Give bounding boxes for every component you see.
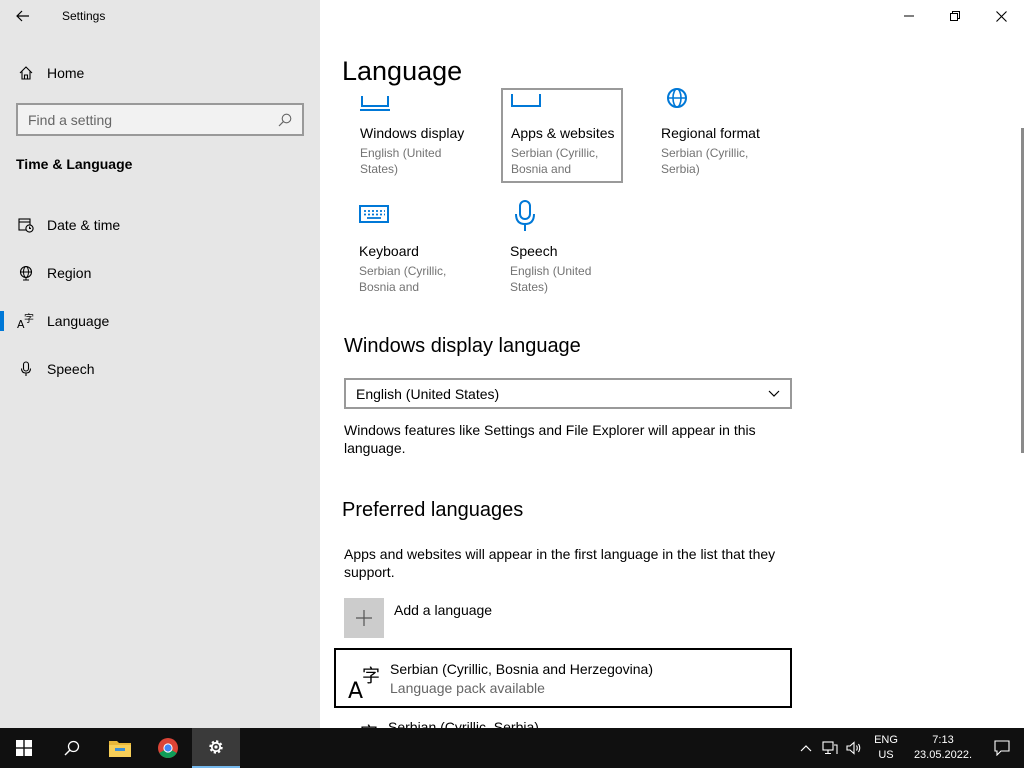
tile-sub: Serbian (Cyrillic, Serbia) xyxy=(661,146,749,176)
network-icon xyxy=(822,741,838,755)
windows-logo-icon xyxy=(16,740,32,756)
sidebar: Settings Home Time & Language Date & tim… xyxy=(0,0,320,728)
search-input[interactable] xyxy=(28,111,278,128)
titlebar: Settings xyxy=(0,0,320,32)
nav-home[interactable]: Home xyxy=(0,56,320,90)
tile-name: Apps & websites xyxy=(511,125,615,141)
sidebar-item-speech[interactable]: Speech xyxy=(0,349,320,389)
clock-date: 23.05.2022. xyxy=(913,749,973,761)
section-title: Time & Language xyxy=(16,156,133,172)
language-name: Serbian (Cyrillic, Serbia) xyxy=(388,719,539,728)
add-language-label: Add a language xyxy=(394,602,493,618)
microphone-icon xyxy=(515,200,535,231)
show-hidden-icons-button[interactable] xyxy=(794,728,818,768)
svg-text:A: A xyxy=(348,679,363,702)
language-icon: A字 xyxy=(360,724,378,728)
language-icon: A字 xyxy=(348,666,380,702)
file-explorer-button[interactable] xyxy=(96,728,144,768)
tile-apps-websites[interactable]: Apps & websites Serbian (Cyrillic, Bosni… xyxy=(511,88,633,176)
preferred-languages-description: Apps and websites will appear in the fir… xyxy=(344,546,776,580)
language-icon: A字 xyxy=(17,312,35,330)
home-icon xyxy=(17,64,35,82)
minimize-icon xyxy=(904,15,914,17)
sidebar-item-label: Speech xyxy=(47,361,95,377)
window-icon xyxy=(511,94,541,107)
search-box[interactable] xyxy=(16,103,304,136)
action-center-button[interactable] xyxy=(980,728,1024,768)
svg-text:字: 字 xyxy=(362,666,380,687)
tile-windows-display[interactable]: Windows display English (United States) xyxy=(360,88,482,176)
calendar-clock-icon xyxy=(17,216,35,234)
globe-icon xyxy=(17,264,35,282)
clock[interactable]: 7:13 23.05.2022. xyxy=(906,733,980,763)
notification-icon xyxy=(994,740,1010,756)
chrome-button[interactable] xyxy=(144,728,192,768)
tile-regional-format[interactable]: Regional format Serbian (Cyrillic, Serbi… xyxy=(661,88,783,176)
chrome-icon xyxy=(158,738,178,758)
page-title: Language xyxy=(342,56,463,86)
close-button[interactable] xyxy=(978,0,1024,32)
tile-sub: English (United States) xyxy=(510,264,592,294)
taskbar: ENG US 7:13 23.05.2022. xyxy=(0,728,1024,768)
app-title: Settings xyxy=(62,9,106,23)
search-icon xyxy=(64,740,80,756)
system-tray: ENG US 7:13 23.05.2022. xyxy=(794,728,1024,768)
chevron-down-icon xyxy=(768,390,780,397)
back-button[interactable] xyxy=(0,0,46,32)
start-button[interactable] xyxy=(0,728,48,768)
language-list-item[interactable]: A字 Serbian (Cyrillic, Serbia) xyxy=(334,708,792,728)
input-language-indicator[interactable]: ENG US xyxy=(866,733,906,763)
close-icon xyxy=(995,10,1007,22)
globe-icon xyxy=(667,88,687,108)
minimize-button[interactable] xyxy=(886,0,932,32)
back-arrow-icon xyxy=(16,10,29,22)
clock-time: 7:13 xyxy=(932,734,954,746)
tile-sub: English (United States) xyxy=(360,146,442,176)
gear-icon xyxy=(209,740,223,754)
language-status: Language pack available xyxy=(390,680,545,696)
language-list-item[interactable]: A字 Serbian (Cyrillic, Bosnia and Herzego… xyxy=(334,648,792,708)
taskbar-search-button[interactable] xyxy=(48,728,96,768)
tile-sub: Serbian (Cyrillic, Bosnia and xyxy=(359,264,447,294)
preferred-languages-heading: Preferred languages xyxy=(342,499,524,521)
display-language-heading: Windows display language xyxy=(344,335,581,357)
volume-button[interactable] xyxy=(842,728,866,768)
microphone-icon xyxy=(17,360,35,378)
network-button[interactable] xyxy=(818,728,842,768)
display-language-dropdown[interactable]: English (United States) xyxy=(344,378,792,409)
nav-home-label: Home xyxy=(47,65,85,81)
svg-text:字: 字 xyxy=(24,312,34,325)
restore-icon xyxy=(950,11,960,21)
dropdown-value: English (United States) xyxy=(356,385,500,402)
lang-line2: US xyxy=(878,749,894,761)
lang-line1: ENG xyxy=(874,734,898,746)
display-language-description: Windows features like Settings and File … xyxy=(344,422,756,456)
settings-taskbar-button[interactable] xyxy=(192,728,240,768)
window-controls xyxy=(886,0,1024,32)
chevron-up-icon xyxy=(800,745,812,752)
main-content: Language Windows display English (United… xyxy=(320,0,1024,728)
add-language-button[interactable]: Add a language xyxy=(344,598,492,638)
sidebar-item-region[interactable]: Region xyxy=(0,253,320,293)
sidebar-item-date-time[interactable]: Date & time xyxy=(0,205,320,245)
tile-name: Keyboard xyxy=(359,243,419,259)
speaker-icon xyxy=(846,741,861,755)
plus-icon xyxy=(344,598,384,638)
tile-name: Windows display xyxy=(360,125,465,141)
keyboard-icon xyxy=(359,205,389,223)
tile-speech[interactable]: Speech English (United States) xyxy=(510,200,632,294)
sidebar-item-label: Date & time xyxy=(47,217,121,233)
restore-button[interactable] xyxy=(932,0,978,32)
sidebar-item-label: Language xyxy=(47,313,110,329)
tile-sub: Serbian (Cyrillic, Bosnia and xyxy=(511,146,599,176)
sidebar-item-label: Region xyxy=(47,265,92,281)
tile-keyboard[interactable]: Keyboard Serbian (Cyrillic, Bosnia and xyxy=(359,200,481,294)
folder-icon xyxy=(109,741,131,757)
language-name: Serbian (Cyrillic, Bosnia and Herzegovin… xyxy=(390,661,654,677)
sidebar-item-language[interactable]: A字 Language xyxy=(0,301,320,341)
tile-name: Regional format xyxy=(661,125,760,141)
monitor-icon xyxy=(360,96,390,111)
tile-name: Speech xyxy=(510,243,558,259)
search-icon xyxy=(278,113,292,126)
